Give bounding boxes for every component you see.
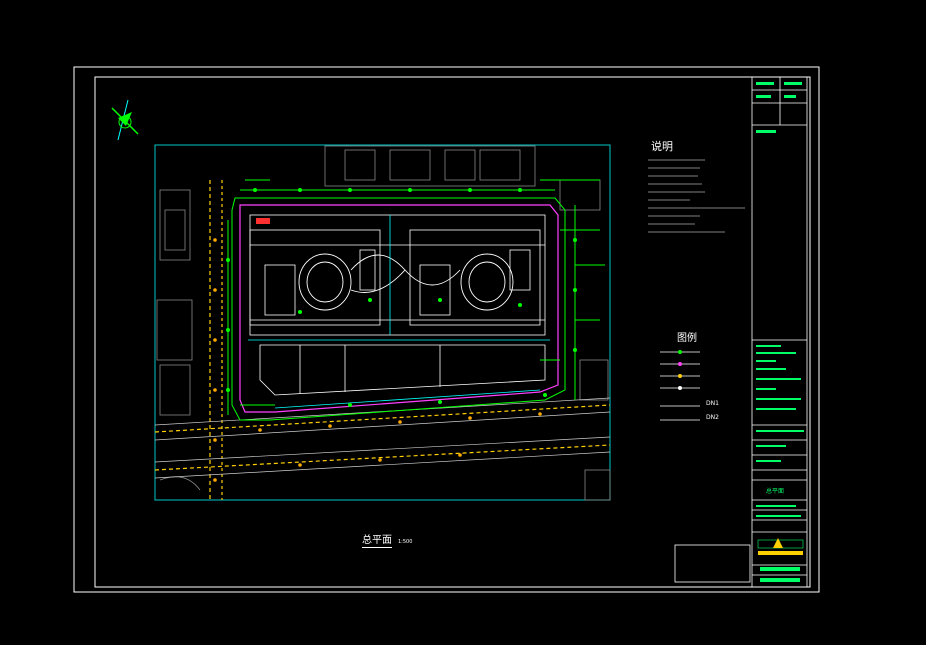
- legend-title: 图例: [677, 333, 697, 344]
- cyan-lines: [248, 215, 550, 409]
- drawing-scale: 1:500: [398, 539, 413, 545]
- notes-lines: [648, 159, 745, 233]
- notes-title: 说明: [651, 140, 673, 153]
- drawing-caption-text: 总平面: [362, 535, 392, 546]
- cad-drawing: [73, 66, 820, 593]
- neighbor-buildings: [156, 145, 611, 501]
- legend-label-dn1: DN1: [706, 400, 719, 407]
- inner-frame: [94, 76, 811, 588]
- sheet-title: 总平面: [766, 488, 785, 495]
- notes-block: [648, 159, 745, 233]
- road-markers: [213, 238, 542, 482]
- courtyard-ovals: [298, 253, 514, 311]
- lower-block: [259, 344, 546, 396]
- drawing-caption: 总平面: [362, 531, 392, 548]
- legend-block: [660, 350, 700, 421]
- north-arrow-icon: [111, 99, 139, 141]
- stamp-box: [674, 544, 751, 583]
- road-edges: [154, 397, 611, 479]
- company-logo-icon: [757, 538, 804, 582]
- legend-label-dn2: DN2: [706, 414, 719, 421]
- title-block: [751, 76, 808, 588]
- lot-boundary: [231, 197, 566, 421]
- valve-markers: [226, 188, 577, 407]
- red-marker: [256, 218, 270, 224]
- title-block-texts: [756, 82, 804, 517]
- main-building: [249, 214, 546, 336]
- magenta-pipe-loop: [239, 204, 559, 413]
